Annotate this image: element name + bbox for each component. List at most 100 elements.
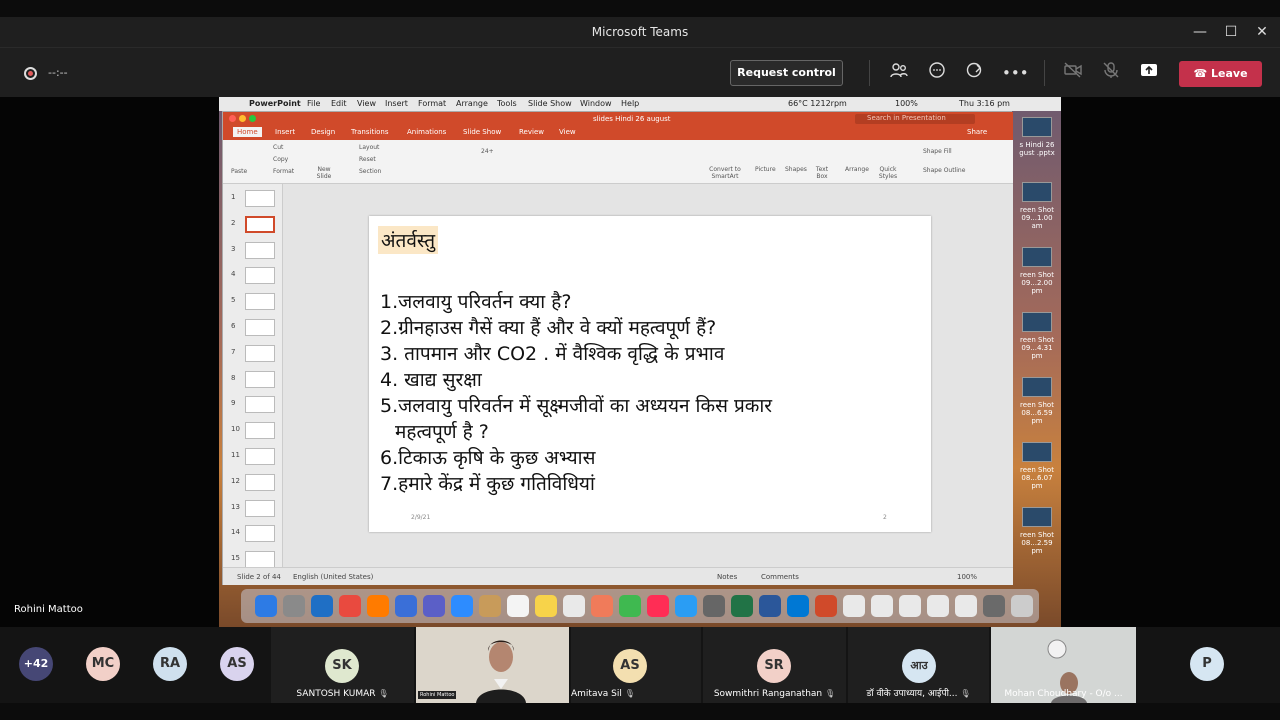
participant-tile[interactable]: AS Amitava Sil 🎙 — [571, 627, 701, 703]
battery-status: 100% — [895, 99, 918, 108]
ppt-share-button: Share — [967, 128, 988, 136]
participants-strip: +42 MC RA AS SK SANTOSH KUMAR 🎙 Rohini M… — [0, 627, 1280, 703]
close-button[interactable]: ✕ — [1252, 22, 1272, 42]
dock-app-icon — [871, 595, 893, 617]
menu-help: Help — [621, 99, 640, 108]
more-options-icon[interactable]: ••• — [1002, 61, 1029, 85]
ribbon-reset: Reset — [359, 156, 376, 163]
mic-muted-icon: 🎙 — [960, 689, 971, 698]
dock-app-icon — [675, 595, 697, 617]
slide-thumbnail-number: 4 — [231, 270, 236, 279]
slide-thumbnail-number: 3 — [231, 244, 236, 253]
participants-icon[interactable] — [887, 61, 911, 85]
call-controls-bar: --:-- Request control ••• ☎ Leave — [0, 47, 1280, 97]
slide-thumbnail — [245, 422, 275, 440]
menu-edit: Edit — [331, 99, 347, 108]
mac-zoom-icon — [249, 115, 256, 122]
presenter-name: Rohini Mattoo — [14, 604, 83, 615]
menu-slideshow: Slide Show — [528, 99, 572, 108]
leave-button[interactable]: ☎ Leave — [1179, 61, 1262, 87]
file-thumbnail — [1022, 377, 1052, 397]
desktop-file-label: reen Shot 09...1.00 am — [1020, 206, 1054, 230]
dock-app-icon — [983, 595, 1005, 617]
slide-thumbnail-number: 15 — [231, 554, 240, 563]
slide-line-4: 4. खाद्य सुरक्षा — [380, 369, 482, 391]
participant-name: Amitava Sil 🎙 — [571, 689, 635, 699]
menu-insert: Insert — [385, 99, 408, 108]
ribbon-tab-view: View — [559, 128, 576, 136]
slide-thumbnail-number: 6 — [231, 322, 236, 330]
participant-name: Mohan Choudhary - O/o ... — [1004, 689, 1123, 699]
dock-app-icon — [955, 595, 977, 617]
ppt-doc-title: slides Hindi 26 august — [593, 115, 671, 123]
share-screen-icon[interactable] — [1137, 61, 1161, 85]
ppt-search-field: Search in Presentation — [855, 114, 975, 124]
ribbon-shapes: Shapes — [785, 166, 807, 173]
mac-minimize-icon — [239, 115, 246, 122]
participant-avatar[interactable]: MC — [86, 647, 120, 681]
dock-app-icon — [507, 595, 529, 617]
slide-thumbnail-number: 12 — [231, 476, 240, 485]
ribbon-new-slide: New Slide — [316, 166, 332, 180]
mac-dock — [241, 589, 1039, 623]
file-thumbnail — [1022, 442, 1052, 462]
slide-line-2: 2.ग्रीनहाउस गैसें क्या हैं और वे क्यों म… — [380, 317, 717, 339]
dock-app-icon — [759, 595, 781, 617]
slide-thumbnail — [245, 396, 275, 414]
ribbon-paste: Paste — [231, 168, 248, 175]
ribbon-tab-slideshow: Slide Show — [463, 128, 502, 136]
dock-app-icon — [731, 595, 753, 617]
dock-app-icon — [479, 595, 501, 617]
dock-app-icon — [367, 595, 389, 617]
desktop-file-icon: reen Shot 08...2.59 pm — [1015, 507, 1059, 565]
desktop-file-icon: reen Shot 09...2.00 pm — [1015, 247, 1059, 305]
file-thumbnail — [1022, 507, 1052, 527]
participant-avatar[interactable]: RA — [153, 647, 187, 681]
desktop-file-icon: reen Shot 08...6.59 pm — [1015, 377, 1059, 435]
participant-video-tile[interactable]: Rohini Mattoo — [416, 627, 569, 703]
dock-app-icon — [927, 595, 949, 617]
desktop-file-icon: s Hindi 26 gust .pptx — [1015, 117, 1059, 175]
ribbon-format: Format — [273, 168, 295, 175]
participant-avatar[interactable]: AS — [220, 647, 254, 681]
ribbon-tab-insert: Insert — [275, 128, 296, 136]
ppt-status-bar: Slide 2 of 44 English (United States) No… — [223, 567, 1013, 585]
request-control-button[interactable]: Request control — [730, 60, 843, 86]
dock-app-icon — [815, 595, 837, 617]
mic-off-icon[interactable] — [1099, 61, 1123, 85]
participant-video-tile[interactable]: Mohan Choudhary - O/o ... — [991, 627, 1136, 703]
overflow-participants-badge[interactable]: +42 — [19, 647, 53, 681]
dock-app-icon — [647, 595, 669, 617]
slide-info: Slide 2 of 44 — [237, 573, 281, 581]
ribbon-layout: Layout — [359, 144, 380, 151]
menu-window: Window — [580, 99, 612, 108]
slide-thumbnail — [245, 525, 275, 543]
participant-tile[interactable]: SR Sowmithri Ranganathan 🎙 — [703, 627, 846, 703]
current-slide: अंतर्वस्तु 1.जलवायु परिवर्तन क्या है? 2.… — [369, 216, 931, 532]
leave-label: Leave — [1211, 67, 1248, 80]
participant-tile[interactable]: आउ डॉ वीके उपाध्याय, आईपी... 🎙 — [848, 627, 989, 703]
ribbon-cut: Cut — [273, 144, 284, 151]
mic-muted-icon: 🎙 — [624, 689, 635, 698]
reactions-icon[interactable] — [963, 61, 987, 85]
phone-hangup-icon: ☎ — [1193, 67, 1208, 80]
participant-avatar[interactable]: P — [1190, 647, 1224, 681]
camera-off-icon[interactable] — [1061, 61, 1085, 85]
desktop-file-icon: reen Shot 09...4.31 pm — [1015, 312, 1059, 370]
ribbon-picture: Picture — [755, 166, 776, 173]
mic-muted-icon: 🎙 — [825, 689, 836, 698]
maximize-button[interactable]: ☐ — [1221, 22, 1241, 42]
mac-close-icon — [229, 115, 236, 122]
dock-app-icon — [703, 595, 725, 617]
menubar-app-name: PowerPoint — [249, 99, 301, 108]
desktop-file-label: reen Shot 08...6.59 pm — [1020, 401, 1054, 425]
minimize-button[interactable]: — — [1190, 22, 1210, 42]
slide-thumbnail — [245, 267, 275, 285]
participant-tile[interactable]: SK SANTOSH KUMAR 🎙 — [271, 627, 414, 703]
slide-thumbnail — [245, 370, 275, 388]
ribbon-font-size: 24+ — [481, 148, 494, 155]
chat-icon[interactable] — [925, 61, 949, 85]
slide-thumbnail-number: 8 — [231, 373, 236, 382]
slide-thumbnail-list: 1 2 3 4 5 6 7 8 9 10 11 12 13 14 15 — [223, 184, 283, 569]
menu-format: Format — [418, 99, 447, 108]
